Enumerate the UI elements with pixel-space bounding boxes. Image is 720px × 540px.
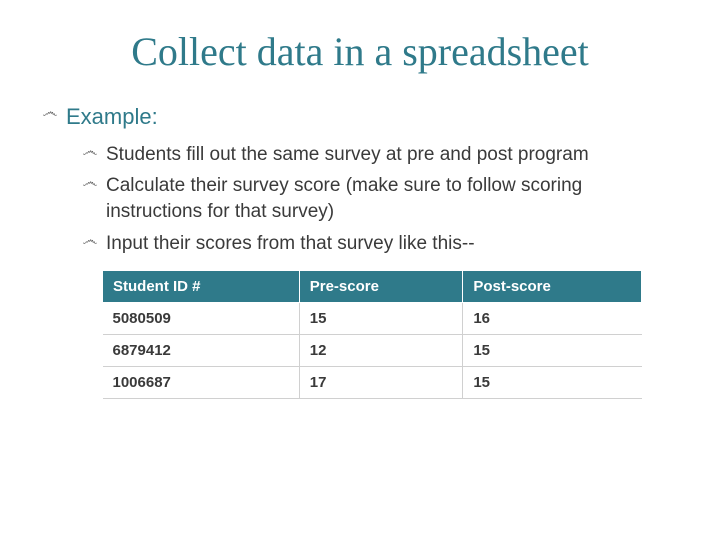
bullet-level1: ෴ Example: bbox=[40, 103, 680, 132]
data-table: Student ID # Pre-score Post-score 508050… bbox=[102, 270, 642, 399]
table-cell: 15 bbox=[299, 303, 463, 335]
table-cell: 16 bbox=[463, 303, 642, 335]
table-cell: 15 bbox=[463, 335, 642, 367]
table-cell: 1006687 bbox=[103, 367, 300, 399]
bullet-level2: ෴ Input their scores from that survey li… bbox=[40, 231, 680, 257]
bullet-icon: ෴ bbox=[82, 142, 102, 161]
table-row: 1006687 17 15 bbox=[103, 367, 642, 399]
bullet-level2: ෴ Students fill out the same survey at p… bbox=[40, 142, 680, 168]
bullet-text: Calculate their survey score (make sure … bbox=[106, 173, 680, 224]
table-cell: 15 bbox=[463, 367, 642, 399]
bullet-icon: ෴ bbox=[42, 103, 62, 122]
bullet-text: Students fill out the same survey at pre… bbox=[106, 142, 589, 168]
table-header: Post-score bbox=[463, 271, 642, 303]
bullet-text: Input their scores from that survey like… bbox=[106, 231, 475, 257]
bullet-text: Example: bbox=[66, 103, 158, 132]
table-row: 5080509 15 16 bbox=[103, 303, 642, 335]
data-table-wrap: Student ID # Pre-score Post-score 508050… bbox=[102, 270, 642, 399]
table-header-row: Student ID # Pre-score Post-score bbox=[103, 271, 642, 303]
table-cell: 12 bbox=[299, 335, 463, 367]
table-header: Student ID # bbox=[103, 271, 300, 303]
bullet-icon: ෴ bbox=[82, 173, 102, 192]
table-cell: 6879412 bbox=[103, 335, 300, 367]
table-row: 6879412 12 15 bbox=[103, 335, 642, 367]
table-cell: 5080509 bbox=[103, 303, 300, 335]
bullet-icon: ෴ bbox=[82, 231, 102, 250]
table-header: Pre-score bbox=[299, 271, 463, 303]
slide-title: Collect data in a spreadsheet bbox=[40, 28, 680, 75]
slide: Collect data in a spreadsheet ෴ Example:… bbox=[0, 0, 720, 540]
table-cell: 17 bbox=[299, 367, 463, 399]
bullet-level2: ෴ Calculate their survey score (make sur… bbox=[40, 173, 680, 224]
